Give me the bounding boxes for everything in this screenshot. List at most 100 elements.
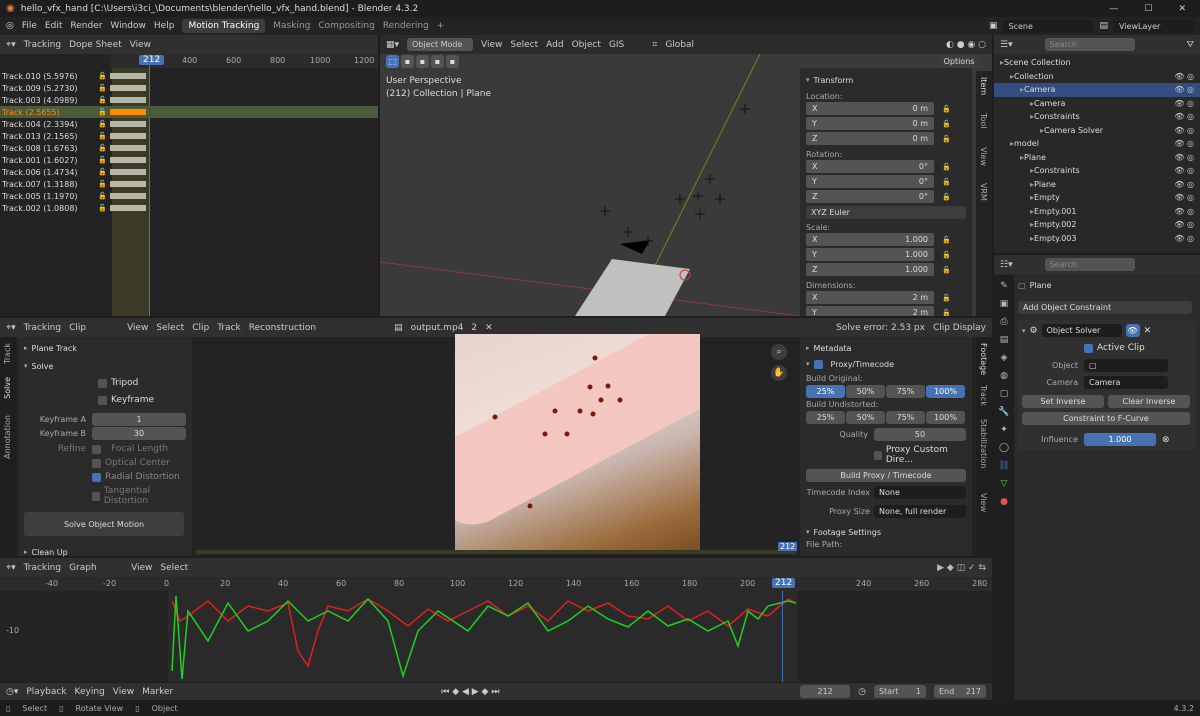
influence-slider[interactable]: 1.000	[1084, 433, 1156, 446]
lock-icon[interactable]: 🔓	[942, 105, 951, 113]
constraint-close-icon[interactable]: ✕	[1144, 326, 1152, 336]
plane-track-header[interactable]: ▸ Plane Track	[24, 340, 186, 356]
optical-checkbox[interactable]	[92, 458, 101, 468]
outliner-item[interactable]: ▸ Constraints 👁 ◎	[994, 164, 1200, 178]
transform-field[interactable]: Z 0 m	[806, 132, 934, 145]
outliner-item[interactable]: ▸ Camera 👁 ◎	[994, 97, 1200, 111]
tab-footage[interactable]: Footage	[979, 343, 988, 375]
transform-field[interactable]: Y 1.000	[806, 248, 934, 261]
editor-type-icon[interactable]: ☰▾	[1000, 40, 1013, 50]
modifier-tab-icon[interactable]: 🔧	[998, 407, 1009, 417]
build-proxy-button[interactable]: Build Proxy / Timecode	[806, 469, 966, 482]
lock-icon[interactable]: 🔓	[942, 163, 951, 171]
view-mode-dropdown[interactable]: Dope Sheet	[69, 40, 122, 50]
lock-icon[interactable]: 🔓	[98, 204, 110, 212]
physics-tab-icon[interactable]: ◯	[999, 443, 1009, 453]
graph-mode[interactable]: Tracking	[24, 563, 61, 573]
constraint-name[interactable]: Object Solver	[1041, 324, 1122, 337]
transform-field[interactable]: Y 0°	[806, 175, 934, 188]
transform-panel-header[interactable]: ▾ Transform	[806, 72, 966, 88]
lock-icon[interactable]: 🔓	[98, 120, 110, 128]
start-frame-field[interactable]: Start 1	[874, 685, 926, 698]
transform-field[interactable]: X 2 m	[806, 291, 934, 304]
solve-header[interactable]: ▾ Solve	[24, 358, 186, 374]
visibility-icon[interactable]: 👁 ◎	[1174, 220, 1200, 229]
transform-field[interactable]: Y 2 m	[806, 306, 934, 316]
particles-tab-icon[interactable]: ✦	[1000, 425, 1008, 435]
playback-controls[interactable]: ⏮ ◆ ◀ ▶ ◆ ⏭	[441, 687, 499, 697]
lock-icon[interactable]: 🔓	[942, 266, 951, 274]
tab-vrm[interactable]: VRM	[979, 183, 988, 201]
lock-icon[interactable]: 🔓	[98, 108, 110, 116]
proxy-dir-checkbox[interactable]	[874, 450, 882, 460]
lock-icon[interactable]: 🔓	[98, 96, 110, 104]
transform-field[interactable]: X 0°	[806, 160, 934, 173]
orig-75-button[interactable]: 75%	[886, 385, 925, 398]
track-row[interactable]: Track.003 (4.0989) 🔓	[0, 94, 378, 106]
proxy-header[interactable]: ▾ Proxy/Timecode	[806, 356, 966, 372]
graph-menu-select[interactable]: Select	[160, 563, 188, 573]
lock-icon[interactable]: 🔓	[942, 193, 951, 201]
viewlayer-selector[interactable]: ViewLayer	[1114, 19, 1194, 33]
menu-edit[interactable]: Edit	[45, 21, 62, 31]
tab-solve[interactable]: Solve	[3, 377, 12, 399]
quality-field[interactable]: 50	[874, 428, 966, 441]
current-frame-field[interactable]: 212	[800, 685, 851, 698]
clip-menu-reconstruction[interactable]: Reconstruction	[249, 323, 316, 333]
lock-icon[interactable]: 🔓	[942, 178, 951, 186]
editor-type-icon[interactable]: ⌖▾	[6, 563, 16, 573]
view-layer-tab-icon[interactable]: ▤	[1000, 335, 1009, 345]
track-row[interactable]: Track.006 (1.4734) 🔓	[0, 166, 378, 178]
lock-icon[interactable]: 🔓	[98, 84, 110, 92]
tab-tool[interactable]: Tool	[979, 113, 988, 129]
outliner-item[interactable]: ▸ model 👁 ◎	[994, 137, 1200, 151]
object-field[interactable]: ▢	[1084, 359, 1168, 372]
timecode-dropdown[interactable]: None	[874, 486, 966, 499]
clear-inverse-button[interactable]: Clear Inverse	[1108, 395, 1190, 408]
visibility-icon[interactable]: 👁 ◎	[1174, 166, 1200, 175]
track-row[interactable]: Track.007 (1.3188) 🔓	[0, 178, 378, 190]
outliner-item[interactable]: ▸ Constraints 👁 ◎	[994, 110, 1200, 124]
radial-checkbox[interactable]	[92, 472, 101, 482]
clip-scrubber[interactable]	[196, 550, 796, 554]
graph-tool-icons[interactable]: ▶ ◆ ◫ ✓ ⇆	[937, 563, 986, 573]
outliner-item[interactable]: ▸ Plane 👁 ◎	[994, 151, 1200, 165]
tab-stabilization[interactable]: Stabilization	[979, 419, 988, 468]
editor-type-icon[interactable]: ☷▾	[1000, 260, 1013, 270]
timeline-menu-marker[interactable]: Marker	[142, 687, 173, 697]
menu-help[interactable]: Help	[154, 21, 175, 31]
editor-type-icon[interactable]: ⌖▾	[6, 323, 16, 333]
undist-100-button[interactable]: 100%	[926, 411, 965, 424]
material-tab-icon[interactable]: ●	[1000, 497, 1008, 507]
world-tab-icon[interactable]: ◍	[1000, 371, 1008, 381]
undist-75-button[interactable]: 75%	[886, 411, 925, 424]
clip-file-name[interactable]: output.mp4	[411, 323, 464, 333]
dopesheet-view-menu[interactable]: View	[130, 40, 151, 50]
visibility-icon[interactable]: 👁 ◎	[1174, 85, 1200, 94]
add-workspace-button[interactable]: +	[437, 21, 445, 31]
tab-track[interactable]: Track	[3, 343, 12, 364]
lock-icon[interactable]: 🔓	[98, 156, 110, 164]
visibility-icon[interactable]: 👁 ◎	[1174, 99, 1200, 108]
tab-rendering[interactable]: Rendering	[383, 21, 429, 31]
constraint-to-fcurve-button[interactable]: Constraint to F-Curve	[1022, 412, 1190, 425]
solve-object-motion-button[interactable]: Solve Object Motion	[24, 512, 184, 536]
proxy-checkbox[interactable]	[813, 359, 823, 369]
active-clip-checkbox[interactable]	[1084, 343, 1093, 353]
eye-toggle-icon[interactable]: 👁	[1125, 324, 1140, 337]
editor-type-icon[interactable]: ▦▾	[386, 40, 399, 50]
minimize-button[interactable]: —	[1109, 4, 1118, 14]
clip-view-dropdown[interactable]: Clip	[69, 323, 119, 333]
lock-icon[interactable]: 🔓	[942, 309, 951, 317]
focal-checkbox[interactable]	[92, 444, 101, 454]
output-tab-icon[interactable]: ⎙	[1000, 317, 1007, 327]
proxy-size-dropdown[interactable]: None, full render	[874, 505, 966, 518]
track-row[interactable]: Track.013 (2.1565) 🔓	[0, 130, 378, 142]
constraint-tab-icon[interactable]: ⛓	[998, 461, 1009, 471]
tab-compositing[interactable]: Compositing	[318, 21, 374, 31]
clip-menu-track[interactable]: Track	[217, 323, 241, 333]
lock-icon[interactable]: 🔓	[942, 135, 951, 143]
tangential-checkbox[interactable]	[92, 491, 100, 501]
transform-field[interactable]: Z 0°	[806, 190, 934, 203]
undist-25-button[interactable]: 25%	[806, 411, 845, 424]
